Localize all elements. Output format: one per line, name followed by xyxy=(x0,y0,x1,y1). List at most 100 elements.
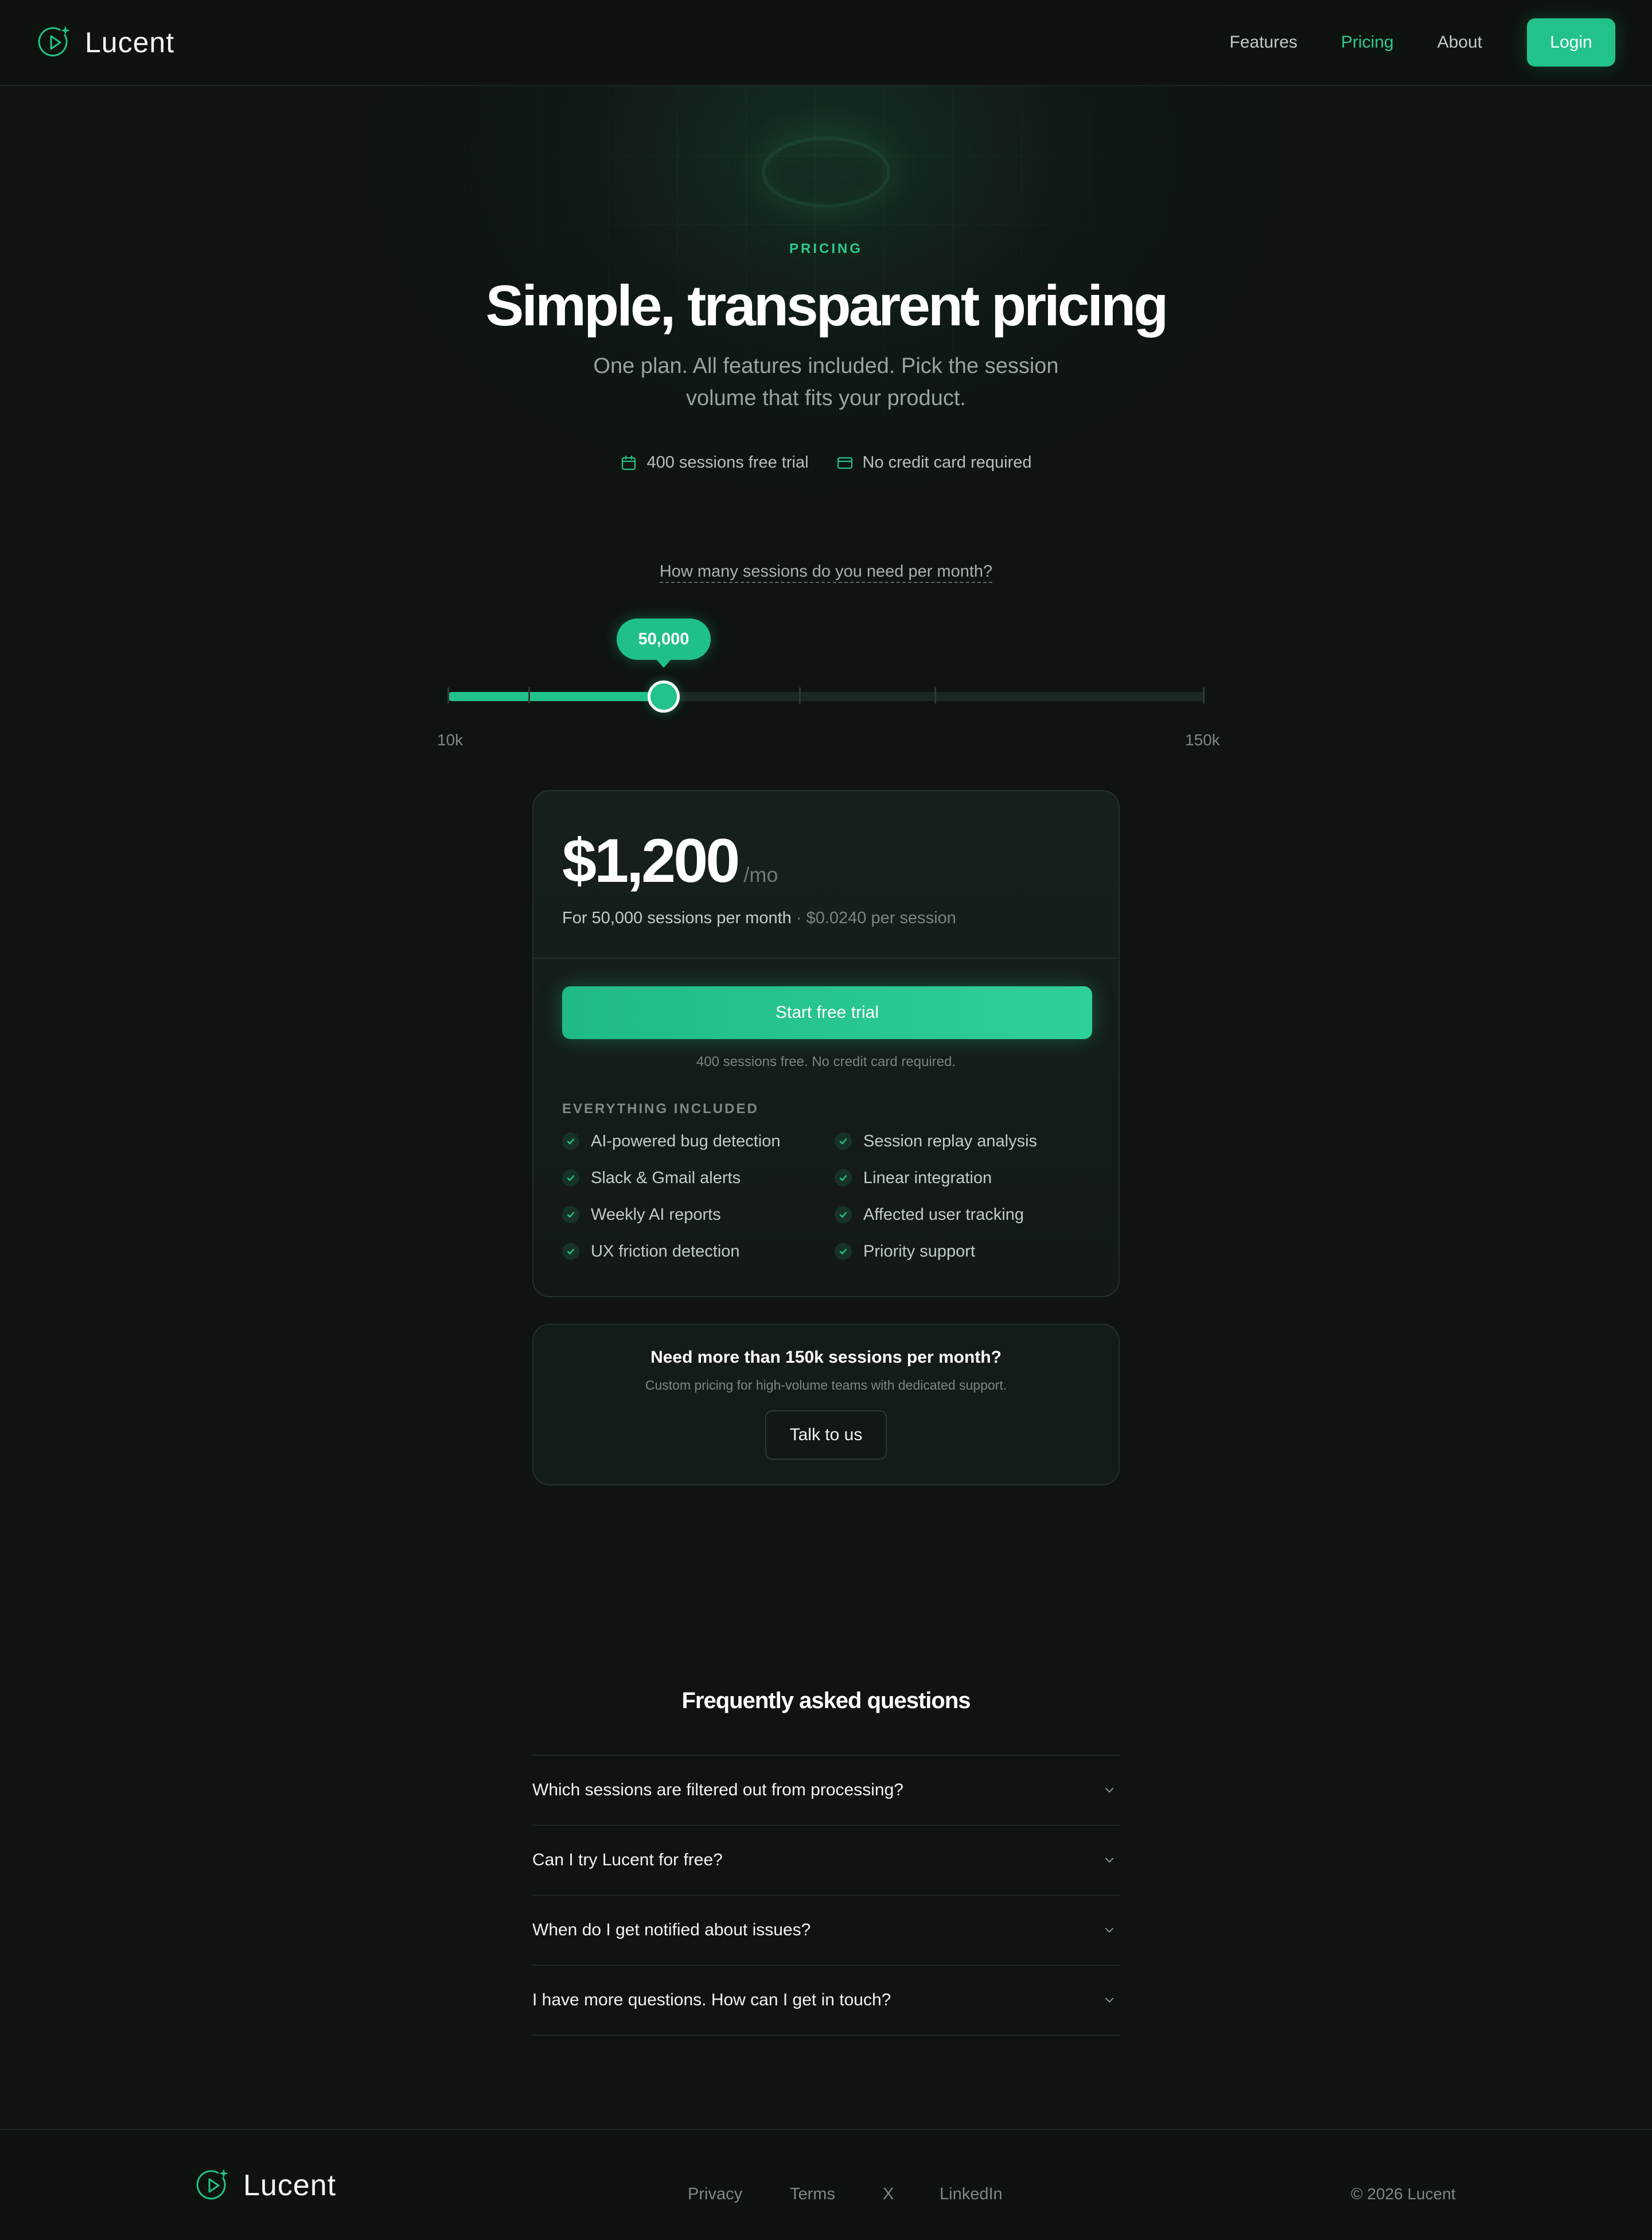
slider-tick xyxy=(447,687,449,703)
slider-tick xyxy=(934,687,936,703)
slider-track-fill xyxy=(447,692,664,701)
start-free-trial-button[interactable]: Start free trial xyxy=(562,986,1092,1039)
play-sparkle-logo-icon xyxy=(38,26,70,57)
price-separator: · xyxy=(796,909,802,927)
faq-item[interactable]: I have more questions. How can I get in … xyxy=(532,1966,1120,2036)
feature-list: AI-powered bug detection Session replay a… xyxy=(562,1131,1090,1262)
session-question: How many sessions do you need per month? xyxy=(0,562,1652,583)
check-icon xyxy=(562,1206,579,1223)
chevron-down-icon xyxy=(1105,1858,1113,1862)
feature-label: Weekly AI reports xyxy=(591,1205,721,1224)
feature-label: UX friction detection xyxy=(591,1242,740,1261)
slider-min-label: 10k xyxy=(437,731,463,749)
price-sessions-text: For 50,000 sessions per month xyxy=(562,909,792,927)
footer: Lucent Privacy Terms X LinkedIn © 2026 L… xyxy=(0,2129,1652,2240)
price-header: $1,200 /mo For 50,000 sessions per month… xyxy=(533,791,1119,959)
session-question-label: How many sessions do you need per month? xyxy=(659,562,993,583)
faq-item[interactable]: When do I get notified about issues? xyxy=(532,1896,1120,1966)
section-eyebrow: PRICING xyxy=(789,241,863,256)
credit-card-icon xyxy=(837,457,852,469)
enterprise-card: Need more than 150k sessions per month? … xyxy=(532,1324,1120,1485)
free-trial-badge-label: 400 sessions free trial xyxy=(646,453,809,472)
feature-item: Weekly AI reports xyxy=(562,1204,835,1225)
slider-track[interactable] xyxy=(447,687,1205,703)
check-icon xyxy=(562,1133,579,1150)
feature-item: Session replay analysis xyxy=(835,1131,1092,1152)
nav-link-features[interactable]: Features xyxy=(1230,33,1298,52)
slider-tick xyxy=(799,687,801,703)
footer-links: Privacy Terms X LinkedIn xyxy=(688,2185,1003,2204)
feature-label: Affected user tracking xyxy=(863,1205,1024,1224)
chevron-down-icon xyxy=(1105,1928,1113,1932)
footer-link-privacy[interactable]: Privacy xyxy=(688,2185,790,2204)
hero-glow-ring xyxy=(762,137,890,208)
check-icon xyxy=(562,1169,579,1187)
calendar-icon xyxy=(622,455,636,470)
faq-question: Can I try Lucent for free? xyxy=(532,1850,723,1869)
slider-thumb[interactable] xyxy=(648,680,680,713)
feature-item: UX friction detection xyxy=(562,1241,835,1262)
price-period: /mo xyxy=(743,863,778,886)
faq-list: Which sessions are filtered out from pro… xyxy=(532,1755,1120,2036)
talk-to-us-button[interactable]: Talk to us xyxy=(765,1410,887,1460)
hero-badges: 400 sessions free trial No credit card r… xyxy=(0,453,1652,472)
enterprise-title: Need more than 150k sessions per month? xyxy=(650,1348,1002,1367)
footer-link-x[interactable]: X xyxy=(883,2185,940,2204)
slider-value-bubble: 50,000 xyxy=(617,619,711,668)
top-nav: Lucent Features Pricing About Login xyxy=(0,0,1652,86)
faq-question: Which sessions are filtered out from pro… xyxy=(532,1780,903,1799)
check-icon xyxy=(835,1243,852,1260)
included-heading: EVERYTHING INCLUDED xyxy=(562,1101,759,1117)
price-body: Start free trial 400 sessions free. No c… xyxy=(533,959,1119,1262)
sessions-slider[interactable]: 50,000 10k 150k xyxy=(437,614,1220,763)
play-sparkle-logo-icon xyxy=(196,2169,228,2200)
footer-link-linkedin[interactable]: LinkedIn xyxy=(940,2185,1003,2204)
price-row: $1,200 /mo xyxy=(562,825,1090,896)
slider-tick xyxy=(528,687,530,703)
check-icon xyxy=(835,1169,852,1187)
pricing-card: $1,200 /mo For 50,000 sessions per month… xyxy=(532,790,1120,1297)
page-subtitle: One plan. All features included. Pick th… xyxy=(593,354,1059,410)
feature-item: Priority support xyxy=(835,1241,1092,1262)
chevron-down-icon xyxy=(1105,1788,1113,1792)
feature-label: Linear integration xyxy=(863,1168,992,1187)
price-amount: $1,200 xyxy=(562,826,740,895)
nav-link-about[interactable]: About xyxy=(1437,33,1482,52)
faq-item[interactable]: Which sessions are filtered out from pro… xyxy=(532,1756,1120,1826)
nav-link-pricing[interactable]: Pricing xyxy=(1341,33,1394,52)
feature-item: Affected user tracking xyxy=(835,1204,1092,1225)
feature-label: AI-powered bug detection xyxy=(591,1131,781,1150)
faq-title: Frequently asked questions xyxy=(681,1688,971,1713)
slider-max-label: 150k xyxy=(1185,731,1220,749)
faq-question: I have more questions. How can I get in … xyxy=(532,1990,891,2009)
login-button[interactable]: Login xyxy=(1527,18,1615,67)
nav-links: Features Pricing About Login xyxy=(1186,18,1615,67)
brand-logo[interactable]: Lucent xyxy=(37,25,174,60)
no-card-badge: No credit card required xyxy=(836,453,1032,472)
faq-item[interactable]: Can I try Lucent for free? xyxy=(532,1826,1120,1896)
footer-brand-name: Lucent xyxy=(243,2169,337,2202)
feature-label: Session replay analysis xyxy=(863,1131,1038,1150)
feature-item: Slack & Gmail alerts xyxy=(562,1168,835,1188)
cta-note: 400 sessions free. No credit card requir… xyxy=(696,1054,956,1070)
check-icon xyxy=(562,1243,579,1260)
brand-name: Lucent xyxy=(85,26,175,59)
enterprise-subtitle: Custom pricing for high-volume teams wit… xyxy=(645,1378,1007,1393)
feature-label: Slack & Gmail alerts xyxy=(591,1168,741,1187)
feature-item: Linear integration xyxy=(835,1168,1092,1188)
check-icon xyxy=(835,1206,852,1223)
feature-item: AI-powered bug detection xyxy=(562,1131,835,1152)
footer-link-terms[interactable]: Terms xyxy=(790,2185,883,2204)
free-trial-badge: 400 sessions free trial xyxy=(620,453,809,472)
slider-tick xyxy=(1203,687,1205,703)
faq-question: When do I get notified about issues? xyxy=(532,1920,811,1939)
feature-label: Priority support xyxy=(863,1242,976,1261)
price-per-session: $0.0240 per session xyxy=(806,909,956,927)
price-description: For 50,000 sessions per month · $0.0240 … xyxy=(562,909,1090,928)
check-icon xyxy=(835,1133,852,1150)
footer-brand[interactable]: Lucent xyxy=(195,2168,336,2203)
page-title: Simple, transparent pricing xyxy=(485,274,1169,338)
no-card-badge-label: No credit card required xyxy=(862,453,1032,472)
chevron-down-icon xyxy=(1105,1998,1113,2002)
copyright: © 2026 Lucent xyxy=(1351,2185,1456,2203)
